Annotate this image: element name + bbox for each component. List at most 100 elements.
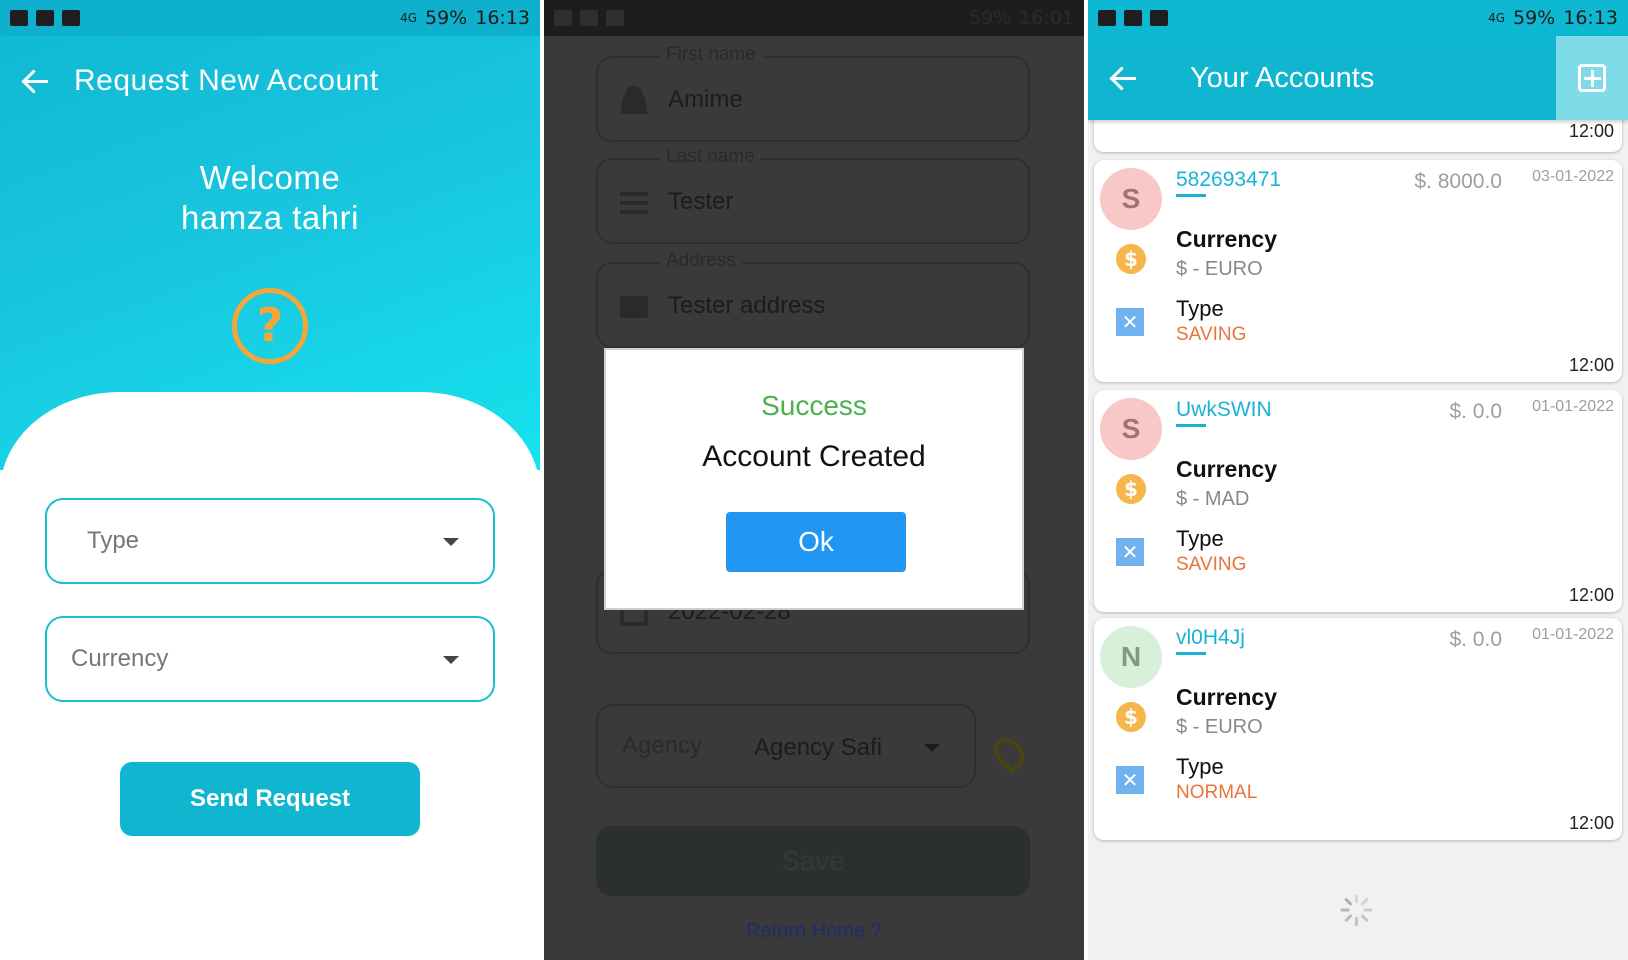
account-balance: $. 0.0 bbox=[1449, 628, 1502, 651]
app-bar: Request New Account bbox=[0, 36, 540, 126]
welcome-line: Welcome bbox=[199, 159, 341, 196]
folder-icon bbox=[580, 10, 598, 26]
type-placeholder: Type bbox=[87, 527, 140, 554]
type-value: SAVING bbox=[1176, 554, 1247, 575]
app-bar: Your Accounts bbox=[1088, 36, 1628, 120]
status-bar: 4G 59% 16:13 bbox=[0, 0, 540, 36]
type-label: Type bbox=[1176, 526, 1224, 551]
last-name-label: Last name bbox=[660, 146, 761, 168]
wifi-icon bbox=[62, 10, 80, 26]
account-balance: $. 0.0 bbox=[1449, 400, 1502, 423]
battery-level: 59% bbox=[425, 7, 468, 29]
add-account-button[interactable] bbox=[1556, 36, 1628, 120]
save-button[interactable]: Save bbox=[596, 826, 1030, 896]
wifi-icon bbox=[606, 10, 624, 26]
plus-icon bbox=[1578, 64, 1606, 92]
card-time: 12:00 bbox=[1568, 355, 1614, 375]
status-bar: 4G 59% 16:13 bbox=[1088, 0, 1628, 36]
back-arrow-icon[interactable] bbox=[1108, 60, 1144, 96]
dollar-coin-icon: $ bbox=[1116, 474, 1146, 504]
card-time: 12:00 bbox=[1568, 813, 1614, 833]
send-request-button[interactable]: Send Request bbox=[120, 762, 420, 836]
first-name-value: Amime bbox=[668, 86, 743, 113]
first-name-label: First name bbox=[660, 44, 762, 66]
spinner-tick bbox=[1363, 908, 1373, 912]
avatar: S bbox=[1100, 398, 1162, 460]
account-card[interactable]: S UwkSWIN $. 0.0 01-01-2022 $ Currency $ - MAD… bbox=[1094, 390, 1622, 612]
account-id-link[interactable]: 582693471 bbox=[1176, 168, 1281, 192]
account-id-underline bbox=[1176, 194, 1206, 197]
gallery-icon bbox=[10, 10, 28, 26]
spinner-tick bbox=[1344, 897, 1353, 907]
person-icon bbox=[620, 86, 648, 114]
card-time: 12:00 bbox=[1568, 121, 1614, 141]
dropdown-caret-icon bbox=[924, 744, 940, 752]
spinner-tick bbox=[1355, 917, 1358, 926]
type-box-icon: ✕ bbox=[1116, 766, 1144, 794]
last-name-value: Tester bbox=[668, 188, 734, 215]
spinner-tick bbox=[1340, 908, 1350, 912]
folder-icon bbox=[1124, 10, 1142, 26]
avatar: S bbox=[1100, 168, 1162, 230]
dialog-title: Success bbox=[761, 390, 867, 421]
dialog-message: Account Created bbox=[702, 440, 926, 473]
account-id-underline bbox=[1176, 424, 1206, 427]
return-home-link[interactable]: Return Home ? bbox=[544, 920, 1084, 943]
last-name-field[interactable]: Last name Tester bbox=[596, 146, 1030, 244]
dropdown-caret-icon bbox=[443, 538, 459, 546]
your-accounts-screen: 4G 59% 16:13 Your Accounts 12:00 S 582693… bbox=[1088, 0, 1628, 960]
back-arrow-icon[interactable] bbox=[20, 63, 56, 99]
dropdown-caret-icon bbox=[443, 656, 459, 664]
account-card[interactable]: Nvl0H4Jj $. 0.0 01-01-2022 $ Currency $ - EUR… bbox=[1094, 618, 1622, 840]
page-title: Your Accounts bbox=[1190, 61, 1375, 94]
currency-label: Currency bbox=[1176, 456, 1277, 482]
currency-value: $ - MAD bbox=[1176, 488, 1250, 510]
spinner-tick bbox=[1355, 894, 1358, 903]
address-label: Address bbox=[660, 250, 742, 272]
currency-value: $ - EURO bbox=[1176, 258, 1263, 280]
first-name-field[interactable]: First name Amime bbox=[596, 44, 1030, 142]
card-time: 12:00 bbox=[1568, 585, 1614, 605]
user-name: hamza tahri bbox=[181, 199, 359, 236]
clock: 16:01 bbox=[1019, 7, 1074, 29]
question-mark-icon[interactable]: ? bbox=[232, 288, 308, 364]
account-date: 01-01-2022 bbox=[1532, 626, 1614, 643]
currency-placeholder: Currency bbox=[71, 645, 169, 672]
account-id-link[interactable]: UwkSWIN bbox=[1176, 398, 1272, 422]
type-label: Type bbox=[1176, 296, 1224, 321]
list-icon bbox=[620, 192, 648, 214]
agency-value: Agency Safi bbox=[754, 734, 883, 761]
clock: 16:13 bbox=[1563, 7, 1618, 29]
mail-icon bbox=[620, 296, 648, 318]
agency-label: Agency bbox=[622, 732, 703, 759]
status-bar: 59% 16:01 bbox=[544, 0, 1084, 36]
type-value: SAVING bbox=[1176, 324, 1247, 345]
currency-dropdown[interactable]: Currency bbox=[45, 616, 495, 702]
type-value: NORMAL bbox=[1176, 782, 1258, 803]
ok-button[interactable]: Ok bbox=[726, 512, 906, 572]
spinner-tick bbox=[1360, 897, 1369, 907]
address-field[interactable]: Address Tester address bbox=[596, 250, 1030, 348]
request-account-screen: 4G 59% 16:13 Request New Account Welcome… bbox=[0, 0, 540, 960]
account-date: 01-01-2022 bbox=[1532, 398, 1614, 415]
location-pin-icon[interactable] bbox=[987, 731, 1031, 775]
network-type: 4G bbox=[400, 11, 417, 25]
type-dropdown[interactable]: Type bbox=[45, 498, 495, 584]
dollar-coin-icon: $ bbox=[1116, 244, 1146, 274]
wifi-icon bbox=[1150, 10, 1168, 26]
account-id-link[interactable]: vl0H4Jj bbox=[1176, 626, 1245, 650]
page-title: Request New Account bbox=[74, 64, 379, 97]
type-box-icon: ✕ bbox=[1116, 538, 1144, 566]
battery-level: 59% bbox=[969, 7, 1012, 29]
welcome-message: Welcome hamza tahri bbox=[0, 158, 540, 238]
gallery-icon bbox=[1098, 10, 1116, 26]
agency-dropdown[interactable]: Agency Agency Safi bbox=[596, 704, 976, 788]
currency-value: $ - EURO bbox=[1176, 716, 1263, 738]
dollar-coin-icon: $ bbox=[1116, 702, 1146, 732]
spinner-tick bbox=[1360, 913, 1369, 923]
account-date: 03-01-2022 bbox=[1532, 168, 1614, 185]
currency-label: Currency bbox=[1176, 226, 1277, 252]
account-form-screen: 59% 16:01 First name Amime Last name Tes… bbox=[544, 0, 1084, 960]
account-card[interactable]: S 582693471 $. 8000.0 03-01-2022 $ Currency $ … bbox=[1094, 160, 1622, 382]
currency-label: Currency bbox=[1176, 684, 1277, 710]
